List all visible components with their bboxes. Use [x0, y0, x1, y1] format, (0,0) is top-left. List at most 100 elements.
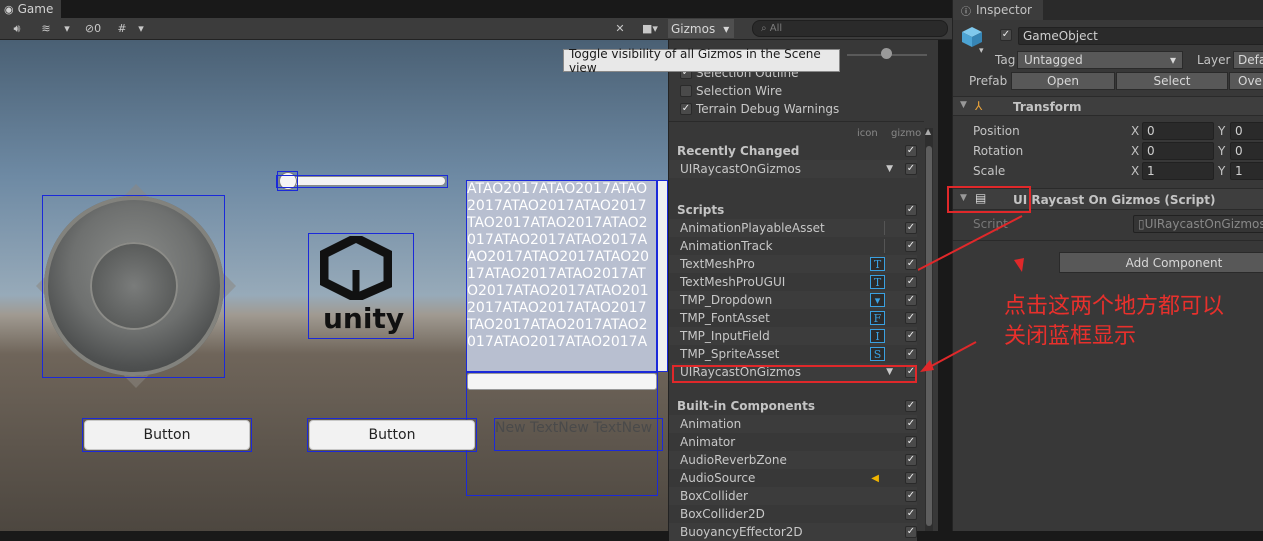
section-scripts: Scripts ✓	[669, 201, 917, 219]
axis-y-label: Y	[1218, 124, 1226, 138]
tab-game[interactable]: ◉ Game	[0, 0, 62, 18]
axis-x-label: X	[1131, 144, 1140, 158]
object-name-field[interactable]: GameObject	[1018, 27, 1263, 45]
icon-size-slider-handle[interactable]	[881, 48, 892, 59]
foldout-arrow-icon[interactable]: ▼	[960, 100, 967, 110]
list-item[interactable]: TMP_FontAsset F ✓	[669, 309, 917, 327]
checkbox[interactable]: ✓	[905, 454, 917, 466]
list-item[interactable]: AudioReverbZone ✓	[669, 451, 917, 469]
search-input[interactable]: ⌕ All	[752, 20, 948, 37]
rotation-y-field[interactable]: 0	[1230, 142, 1263, 160]
chevron-down-icon[interactable]: ▼	[886, 164, 893, 174]
item-label: BuoyancyEffector2D	[680, 525, 803, 539]
script-gizmo-icon[interactable]: T	[870, 275, 885, 289]
checkbox[interactable]: ✓	[905, 526, 917, 538]
script-object-field: ▯UIRaycastOnGizmos	[1133, 215, 1263, 233]
list-item[interactable]: AudioSource ◀ ✓	[669, 469, 917, 487]
option-terrain-debug[interactable]: ✓ Terrain Debug Warnings	[669, 100, 939, 118]
list-item[interactable]: BoxCollider ✓	[669, 487, 917, 505]
list-item[interactable]: TextMeshProUGUI T ✓	[669, 273, 917, 291]
eye-slash-icon: ⊘	[84, 22, 95, 35]
camera-button[interactable]: ■▾	[636, 19, 664, 38]
tab-inspector[interactable]: ⓘ Inspector	[953, 0, 1043, 20]
info-icon: ⓘ	[961, 6, 971, 18]
checkbox[interactable]: ✓	[905, 436, 917, 448]
prefab-overrides-button[interactable]: Ove	[1229, 72, 1263, 90]
option-selection-wire[interactable]: Selection Wire	[669, 82, 939, 100]
checkbox[interactable]: ✓	[905, 163, 917, 175]
item-label: TMP_InputField	[680, 329, 770, 343]
divider	[884, 239, 885, 253]
prefab-open-button[interactable]: Open	[1011, 72, 1115, 90]
checkbox[interactable]: ✓	[905, 490, 917, 502]
checkbox[interactable]: ✓	[905, 145, 917, 157]
list-item[interactable]: AnimationPlayableAsset ✓	[669, 219, 917, 237]
active-checkbox[interactable]: ✓	[1000, 29, 1012, 41]
checkbox[interactable]: ✓	[905, 240, 917, 252]
gizmos-button[interactable]: Gizmos ▾	[668, 19, 734, 38]
item-label: Animator	[680, 435, 736, 449]
gizmos-label: Gizmos	[671, 21, 716, 36]
prefab-select-button[interactable]: Select	[1116, 72, 1228, 90]
chevron-down-icon[interactable]: ▾	[979, 46, 984, 56]
script-gizmo-icon[interactable]: I	[870, 329, 885, 343]
list-item[interactable]: TMP_Dropdown ▾ ✓	[669, 291, 917, 309]
script-value: UIRaycastOnGizmos	[1144, 217, 1263, 231]
list-item[interactable]: Animator ✓	[669, 433, 917, 451]
checkbox[interactable]: ✓	[905, 330, 917, 342]
stats-dropdown[interactable]: ▾	[60, 19, 74, 38]
checkbox[interactable]: ✓	[905, 294, 917, 306]
list-item[interactable]: AnimationTrack ✓	[669, 237, 917, 255]
camera-icon: ■▾	[642, 22, 658, 35]
list-item[interactable]: UIRaycastOnGizmos ▼ ✓	[669, 160, 917, 178]
grid-button[interactable]: #	[112, 19, 132, 38]
transform-header[interactable]: ▼ ⅄ Transform	[953, 96, 1263, 116]
checkbox[interactable]: ✓	[905, 418, 917, 430]
hidden-objects-toggle[interactable]: ⊘ 0	[78, 19, 108, 38]
list-item[interactable]: BoxCollider2D ✓	[669, 505, 917, 523]
speaker-icon[interactable]: ◀	[871, 473, 879, 484]
scale-label: Scale	[973, 164, 1006, 178]
checkbox[interactable]: ✓	[905, 348, 917, 360]
list-item[interactable]: TMP_InputField I ✓	[669, 327, 917, 345]
checkbox[interactable]: ✓	[905, 222, 917, 234]
script-gizmo-icon[interactable]: S	[870, 347, 885, 361]
section-title: Built-in Components	[677, 399, 815, 413]
item-label: BoxCollider	[680, 489, 748, 503]
tools-button[interactable]: ✕	[610, 19, 630, 38]
add-component-button[interactable]: Add Component	[1059, 252, 1263, 273]
list-item[interactable]: TextMeshPro T ✓	[669, 255, 917, 273]
checkbox[interactable]: ✓	[905, 472, 917, 484]
scroll-up-icon[interactable]: ▲	[925, 128, 933, 136]
tag-dropdown[interactable]: Untagged ▾	[1017, 51, 1183, 69]
rotation-x-field[interactable]: 0	[1142, 142, 1214, 160]
checkbox[interactable]: ✓	[905, 312, 917, 324]
audio-mute-button[interactable]: 🔊︎	[6, 19, 28, 38]
list-item[interactable]: TMP_SpriteAsset S ✓	[669, 345, 917, 363]
script-gizmo-icon[interactable]: ▾	[870, 293, 885, 307]
script-file-icon: ▯	[1138, 217, 1145, 231]
position-y-field[interactable]: 0	[1230, 122, 1263, 140]
position-x-field[interactable]: 0	[1142, 122, 1214, 140]
checkbox[interactable]	[680, 85, 692, 97]
section-builtin: Built-in Components ✓	[669, 397, 917, 415]
script-gizmo-icon[interactable]: F	[870, 311, 885, 325]
checkbox[interactable]: ✓	[905, 258, 917, 270]
unity-logo-text: unity	[323, 302, 405, 335]
scale-x-field[interactable]: 1	[1142, 162, 1214, 180]
list-item[interactable]: BuoyancyEffector2D ✓	[669, 523, 917, 541]
scale-y-field[interactable]: 1	[1230, 162, 1263, 180]
item-label: AnimationPlayableAsset	[680, 221, 825, 235]
select-label: Select	[1153, 74, 1191, 88]
checkbox[interactable]: ✓	[680, 103, 692, 115]
annotation-arrows-icon	[918, 215, 1024, 372]
checkbox[interactable]: ✓	[905, 508, 917, 520]
checkbox[interactable]: ✓	[905, 204, 917, 216]
layer-dropdown[interactable]: Defa	[1233, 51, 1263, 69]
stats-button[interactable]: ≋	[34, 19, 58, 38]
list-item[interactable]: Animation ✓	[669, 415, 917, 433]
script-gizmo-icon[interactable]: T	[870, 257, 885, 271]
checkbox[interactable]: ✓	[905, 400, 917, 412]
grid-dropdown[interactable]: ▾	[134, 19, 148, 38]
checkbox[interactable]: ✓	[905, 276, 917, 288]
